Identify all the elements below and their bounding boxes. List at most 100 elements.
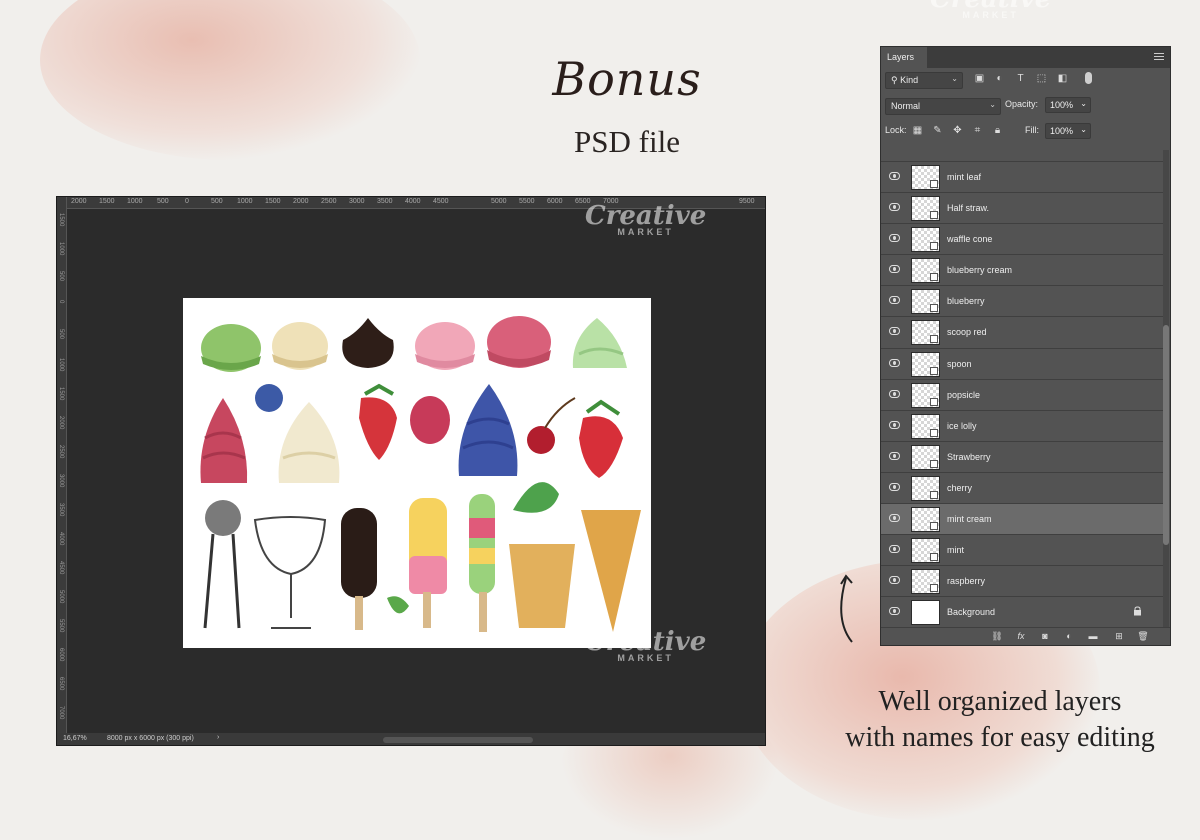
filter-toggle[interactable] (1085, 72, 1092, 84)
layer-row[interactable]: spoon (881, 349, 1164, 380)
visibility-eye-icon[interactable] (889, 576, 900, 585)
layer-name[interactable]: ice lolly (947, 421, 977, 431)
visibility-eye-icon[interactable] (889, 296, 900, 305)
scrollbar-thumb[interactable] (1163, 325, 1169, 545)
visibility-eye-icon[interactable] (889, 420, 900, 429)
layer-row[interactable]: cherry (881, 473, 1164, 505)
layer-name[interactable]: mint leaf (947, 172, 981, 182)
layer-row[interactable]: Strawberry (881, 442, 1164, 473)
blend-row: Normal ⌄ Opacity: 100% ⌄ (881, 94, 1170, 120)
layer-name[interactable]: Background (947, 607, 995, 617)
layer-name[interactable]: Half straw. (947, 203, 989, 213)
layer-row[interactable]: Half straw. (881, 193, 1164, 225)
new-group-icon[interactable]: ▬ (1087, 631, 1099, 642)
visibility-eye-icon[interactable] (889, 234, 900, 243)
fill-field[interactable]: 100% ⌄ (1045, 123, 1091, 139)
layer-name[interactable]: scoop red (947, 327, 987, 337)
strawberry-icon (359, 383, 397, 460)
layer-name[interactable]: waffle cone (947, 234, 992, 244)
layer-name[interactable]: mint (947, 545, 964, 555)
layer-thumbnail (911, 289, 940, 315)
vanilla-scoop-icon (272, 322, 328, 370)
status-expand-arrow-icon[interactable]: › (217, 734, 219, 741)
vertical-ruler: 1500 1000 500 0 500 1000 1500 2000 2500 3000 3500 4… (57, 197, 67, 733)
visibility-eye-icon[interactable] (889, 172, 900, 180)
layer-row[interactable]: mint (881, 535, 1164, 567)
document-size: 8000 px x 6000 px (300 ppi) (107, 735, 194, 742)
visibility-eye-icon[interactable] (889, 482, 900, 491)
ruler-tick: 5500 (58, 619, 64, 633)
layer-name[interactable]: blueberry (947, 296, 985, 306)
layer-name[interactable]: cherry (947, 483, 972, 493)
vanilla-swirl-icon (278, 402, 340, 483)
blend-mode-select[interactable]: Normal ⌄ (885, 98, 1001, 115)
ruler-tick: 500 (211, 198, 223, 205)
layer-name[interactable]: mint cream (947, 514, 992, 524)
visibility-eye-icon[interactable] (889, 451, 900, 460)
layer-name[interactable]: spoon (947, 359, 972, 369)
layer-row-partial[interactable] (881, 150, 1164, 162)
ruler-tick: 1000 (127, 198, 143, 205)
lock-label: Lock: (885, 125, 907, 135)
panel-menu-icon[interactable] (1154, 53, 1164, 60)
green-scoop-icon (201, 324, 261, 372)
visibility-eye-icon[interactable] (889, 545, 900, 554)
visibility-eye-icon[interactable] (889, 203, 900, 212)
layer-row[interactable]: mint leaf (881, 162, 1164, 194)
layers-scrollbar[interactable] (1163, 150, 1169, 628)
chocolate-popsicle-icon (341, 508, 377, 630)
red-scoop-icon (487, 316, 551, 368)
layer-name[interactable]: raspberry (947, 576, 985, 586)
new-layer-icon[interactable]: ⊞ (1113, 631, 1125, 642)
visibility-eye-icon[interactable] (889, 514, 900, 523)
ice-cream-scoop-tool-icon (203, 500, 241, 629)
visibility-eye-icon[interactable] (889, 327, 900, 336)
layer-row[interactable]: ice lolly (881, 411, 1164, 442)
adjustment-filter-icon[interactable]: ◐ (993, 72, 1006, 85)
pixel-filter-icon[interactable]: ▣ (973, 72, 986, 85)
layer-row[interactable]: scoop red (881, 317, 1164, 349)
layer-mask-icon[interactable]: ◙ (1039, 631, 1051, 642)
visibility-eye-icon[interactable] (889, 607, 900, 616)
ruler-tick: 5500 (519, 198, 535, 205)
horizontal-scrollbar[interactable] (383, 737, 533, 743)
layer-name[interactable]: blueberry cream (947, 265, 1012, 275)
layer-name[interactable]: popsicle (947, 390, 980, 400)
lock-pixels-icon[interactable]: ✎ (931, 124, 944, 137)
layer-thumbnail (911, 227, 940, 253)
visibility-eye-icon[interactable] (889, 358, 900, 367)
blue-swirl-icon (458, 384, 518, 476)
layer-row-selected[interactable]: mint cream (881, 504, 1164, 536)
opacity-field[interactable]: 100% ⌄ (1045, 97, 1091, 113)
smart-object-filter-icon[interactable]: ◧ (1056, 72, 1069, 85)
filter-kind-select[interactable]: ⚲ Kind ⌄ (885, 72, 963, 89)
lock-artboard-icon[interactable]: ⌗ (971, 124, 984, 137)
tab-layers[interactable]: Layers (881, 47, 927, 68)
layer-row[interactable]: blueberry (881, 286, 1164, 318)
canvas-status-bar: 16,67% 8000 px x 6000 px (300 ppi) › (57, 733, 765, 745)
layer-row[interactable]: popsicle (881, 380, 1164, 411)
ruler-tick: 500 (58, 329, 64, 340)
zoom-level[interactable]: 16,67% (63, 735, 87, 742)
lock-position-icon[interactable]: ✥ (951, 124, 964, 137)
fx-icon[interactable]: fx (1015, 631, 1027, 642)
type-filter-icon[interactable]: T (1014, 72, 1027, 85)
delete-layer-icon[interactable]: 🗑︎ (1137, 631, 1149, 642)
adjustment-layer-icon[interactable]: ◐ (1063, 631, 1075, 642)
lock-transparency-icon[interactable]: ▦ (911, 124, 924, 137)
layer-row-background[interactable]: Background (881, 597, 1164, 628)
layer-thumbnail (911, 444, 940, 470)
watermark-sub: MARKET (617, 653, 674, 663)
lock-all-icon[interactable]: 🔒︎ (991, 124, 1004, 137)
visibility-eye-icon[interactable] (889, 265, 900, 274)
layer-row[interactable]: blueberry cream (881, 255, 1164, 287)
layer-row[interactable]: waffle cone (881, 224, 1164, 256)
filter-row: ⚲ Kind ⌄ ▣ ◐ T ⬚ ◧ (881, 68, 1170, 94)
chocolate-drop-icon (342, 318, 394, 368)
link-layers-icon[interactable]: ⛓ (991, 631, 1003, 642)
layer-row[interactable]: raspberry (881, 566, 1164, 598)
layer-name[interactable]: Strawberry (947, 452, 991, 462)
shape-filter-icon[interactable]: ⬚ (1035, 72, 1048, 85)
lock-row: Lock: ▦ ✎ ✥ ⌗ 🔒︎ Fill: 100% ⌄ (881, 120, 1170, 146)
visibility-eye-icon[interactable] (889, 389, 900, 398)
